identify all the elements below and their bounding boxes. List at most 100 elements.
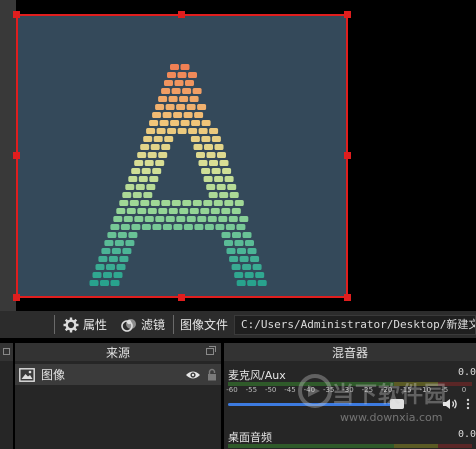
logo-tile	[155, 216, 165, 222]
resize-handle-br[interactable]	[344, 294, 351, 301]
logo-tile	[218, 216, 228, 222]
logo-tile	[232, 232, 241, 238]
logo-tile	[137, 152, 147, 158]
source-list-item[interactable]: 图像	[15, 364, 221, 385]
logo-tile	[153, 136, 163, 142]
logo-tile	[176, 216, 186, 222]
logo-tile	[221, 232, 231, 238]
channel-name: 桌面音频	[228, 431, 272, 444]
dock-float-icon[interactable]	[3, 348, 10, 355]
logo-tile	[131, 168, 141, 174]
logo-tile	[152, 168, 162, 174]
properties-button[interactable]: 属性	[61, 316, 109, 333]
filters-button[interactable]: 滤镜	[119, 316, 167, 333]
logo-tile	[167, 128, 177, 134]
logo-tile	[206, 152, 216, 158]
logo-tile	[143, 136, 153, 142]
logo-tile	[221, 208, 231, 214]
logo-tile	[161, 144, 171, 150]
logo-tile	[191, 120, 201, 126]
logo-tile	[176, 104, 186, 110]
logo-tile	[224, 200, 234, 206]
logo-tile	[177, 72, 187, 78]
resize-handle-r[interactable]	[344, 152, 351, 159]
preview-area[interactable]	[0, 0, 476, 311]
resize-handle-tr[interactable]	[344, 11, 351, 18]
file-path-field[interactable]: C:/Users/Administrator/Desktop/新建文件	[234, 314, 476, 335]
logo-tile	[111, 248, 121, 254]
meter-tick-label: 0	[461, 386, 467, 394]
sources-dock-title: 来源	[105, 345, 130, 360]
logo-tile	[242, 264, 252, 270]
source-item-label: 图像	[41, 368, 66, 382]
logo-tile	[200, 208, 210, 214]
logo-tile	[152, 112, 162, 118]
filters-label: 滤镜	[141, 318, 166, 332]
logo-tile	[227, 184, 237, 190]
logo-tile	[116, 264, 126, 270]
logo-tile	[106, 264, 115, 270]
logo-tile	[123, 216, 133, 222]
eye-icon[interactable]	[185, 370, 201, 380]
image-source-canvas[interactable]	[16, 14, 348, 298]
logo-tile	[101, 248, 111, 254]
logo-tile	[255, 272, 265, 278]
logo-tile	[113, 272, 123, 278]
logo-tile	[203, 200, 213, 206]
logo-tile	[95, 264, 105, 270]
logo-tile	[137, 208, 147, 214]
logo-tile	[110, 224, 120, 230]
logo-tile	[179, 208, 189, 214]
sources-dock-header: 来源	[15, 343, 221, 361]
resize-handle-bl[interactable]	[13, 294, 20, 301]
source-type-label: 图像文件	[180, 318, 229, 332]
mixer-settings-icon[interactable]	[464, 398, 472, 410]
logo-tile	[125, 240, 135, 246]
volume-slider[interactable]	[228, 398, 472, 410]
logo-tile	[234, 200, 244, 206]
toolbar-separator	[54, 315, 55, 334]
logo-tile	[155, 104, 165, 110]
logo-tile	[182, 200, 192, 206]
logo-tile	[185, 80, 194, 86]
logo-tile	[147, 152, 157, 158]
speaker-icon[interactable]	[442, 398, 460, 410]
meter-tick-label: -55	[245, 386, 258, 394]
logo-tile	[167, 72, 176, 78]
logo-tile	[165, 216, 175, 222]
resize-handle-t[interactable]	[178, 11, 185, 18]
logo-tile	[108, 256, 118, 262]
logo-tile	[186, 216, 196, 222]
logo-tile	[225, 224, 235, 230]
logo-tile	[214, 144, 224, 150]
lock-icon[interactable]	[207, 368, 217, 381]
logo-tile	[158, 208, 168, 214]
logo-tile	[114, 240, 124, 246]
resize-handle-l[interactable]	[13, 152, 20, 159]
meter-tick-label: -25	[361, 386, 374, 394]
logo-tile	[229, 256, 239, 262]
mixer-dock-header: 混音器	[224, 343, 476, 361]
logo-tile	[131, 224, 141, 230]
resize-handle-b[interactable]	[178, 294, 185, 301]
logo-tile	[215, 224, 225, 230]
logo-tile	[226, 248, 236, 254]
logo-tile	[228, 216, 238, 222]
logo-tile	[193, 144, 203, 150]
logo-tile	[231, 264, 241, 270]
logo-tile	[188, 72, 197, 78]
logo-tile	[164, 80, 173, 86]
resize-handle-tl[interactable]	[13, 11, 20, 18]
logo-tile	[182, 88, 192, 94]
logo-tile	[209, 160, 218, 166]
channel-db-readout: 0.0	[457, 367, 476, 378]
logo-tile	[203, 176, 213, 182]
volume-slider-knob[interactable]	[389, 399, 404, 409]
logo-tile	[242, 232, 252, 238]
dock-float-icon[interactable]	[206, 346, 216, 355]
logo-tile	[197, 216, 207, 222]
logo-tile	[192, 200, 202, 206]
logo-tile	[201, 120, 211, 126]
logo-tile	[158, 152, 168, 158]
logo-tile	[98, 256, 108, 262]
